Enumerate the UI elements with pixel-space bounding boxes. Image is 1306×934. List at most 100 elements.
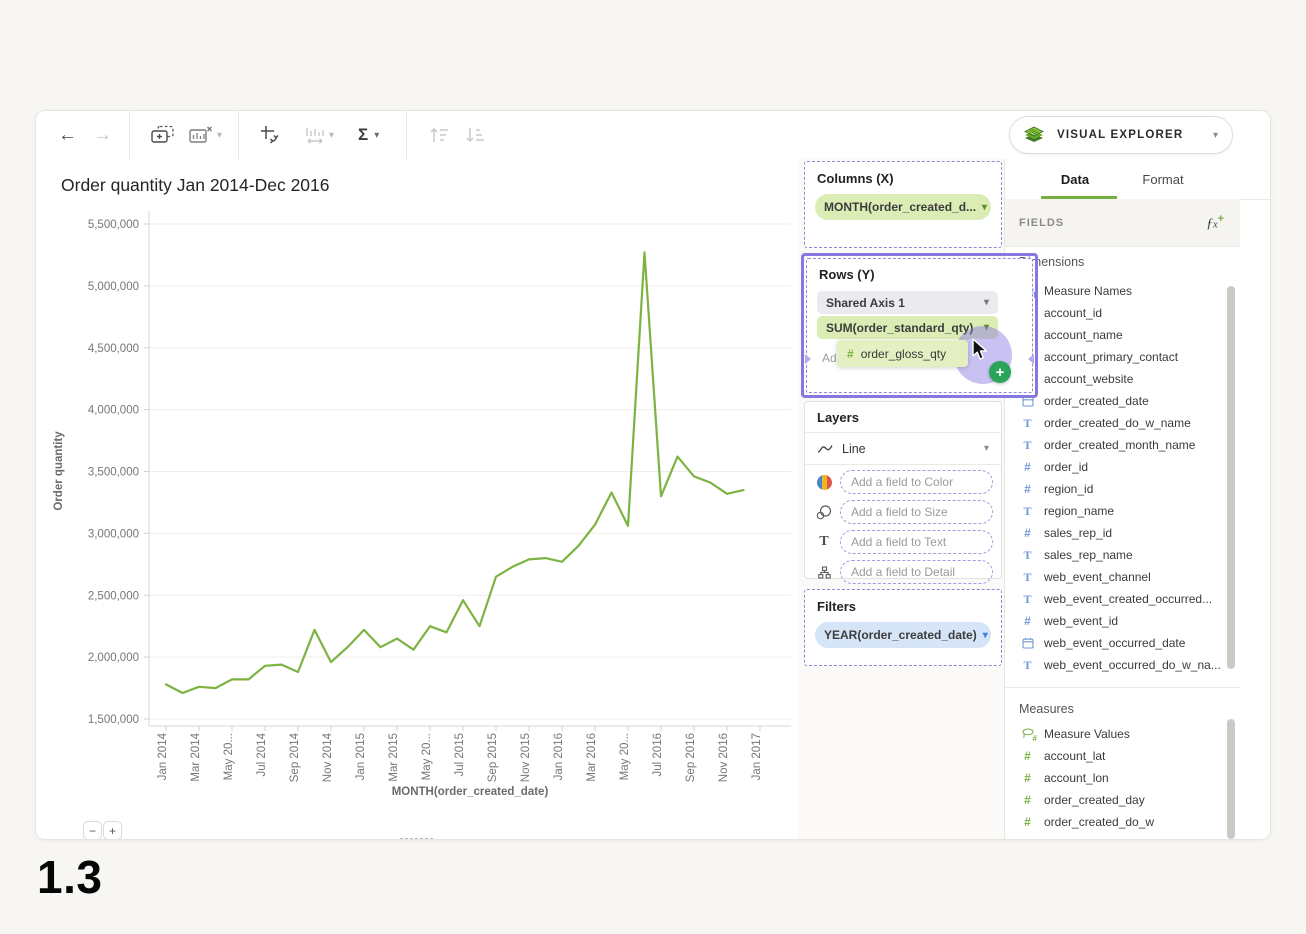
field-item[interactable]: # [1005, 833, 1240, 839]
visual-explorer-button[interactable]: VISUAL EXPLORER ▾ [1009, 116, 1233, 154]
size-icon [815, 505, 833, 520]
number-icon: # [1020, 749, 1035, 763]
shelf-resize-handle-right[interactable] [1028, 354, 1034, 364]
zoom-out-button[interactable]: − [83, 821, 102, 840]
field-item[interactable]: #web_event_id [1005, 610, 1240, 632]
svg-text:4,000,000: 4,000,000 [88, 405, 139, 417]
shelf-resize-handle-left[interactable] [805, 354, 811, 364]
field-item[interactable]: Tweb_event_channel [1005, 566, 1240, 588]
svg-text:Jul 2016: Jul 2016 [652, 733, 664, 776]
field-item[interactable]: Taccount_primary_contact [1005, 346, 1240, 368]
svg-text:MONTH(order_created_date): MONTH(order_created_date) [392, 786, 549, 798]
columns-shelf: Columns (X) MONTH(order_created_d... ▾ [804, 161, 1002, 248]
text-icon: T [1020, 548, 1035, 563]
chevron-down-icon: ▾ [984, 297, 989, 308]
sigma-icon[interactable]: Σ ▾ [358, 125, 379, 145]
drop-add-icon: + [989, 361, 1011, 383]
columns-shelf-label: Columns (X) [817, 171, 1001, 186]
line-chart-icon [817, 443, 833, 455]
sort-descending-icon[interactable] [464, 126, 486, 144]
date-icon [1020, 637, 1035, 649]
dragged-field-chip[interactable]: # order_gloss_qty [837, 340, 968, 367]
swap-axes-icon[interactable] [259, 124, 281, 146]
field-item[interactable]: #account_lon [1005, 767, 1240, 789]
tab-data[interactable]: Data [1035, 159, 1115, 199]
svg-text:Nov 2016: Nov 2016 [718, 733, 730, 782]
layer-type-dropdown[interactable]: Line ▾ [805, 433, 1001, 465]
chevron-down-icon: ▾ [982, 202, 987, 213]
size-slot[interactable]: Add a field to Size [840, 500, 993, 524]
section-divider [1005, 687, 1240, 688]
field-item[interactable]: Taccount_name [1005, 324, 1240, 346]
field-item[interactable]: #account_id [1005, 302, 1240, 324]
field-item[interactable]: #account_lat [1005, 745, 1240, 767]
field-item[interactable]: Tsales_rep_name [1005, 544, 1240, 566]
field-item[interactable]: #Measure Values [1005, 723, 1240, 745]
svg-text:Jul 2015: Jul 2015 [454, 733, 466, 776]
field-item[interactable]: #sales_rep_id [1005, 522, 1240, 544]
visual-explorer-window: ← → ▾ [35, 110, 1271, 840]
tab-format[interactable]: Format [1123, 159, 1203, 199]
forward-icon[interactable]: → [93, 126, 112, 145]
columns-field-pill[interactable]: MONTH(order_created_d... ▾ [815, 194, 991, 220]
field-item[interactable]: #order_created_day [1005, 789, 1240, 811]
visual-explorer-label: VISUAL EXPLORER [1057, 129, 1183, 141]
mouse-cursor-icon [970, 338, 992, 362]
toolbar: ← → ▾ [36, 111, 1270, 160]
dimensions-scrollbar[interactable] [1227, 286, 1235, 669]
svg-text:Sep 2015: Sep 2015 [487, 733, 499, 782]
text-icon: T [1020, 504, 1035, 519]
shared-axis-pill[interactable]: Shared Axis 1 ▾ [817, 291, 998, 314]
svg-text:Jan 2017: Jan 2017 [751, 733, 763, 780]
field-item[interactable]: web_event_occurred_date [1005, 632, 1240, 654]
chevron-down-icon: ▾ [1213, 130, 1218, 141]
back-icon[interactable]: ← [58, 126, 77, 145]
svg-text:2,500,000: 2,500,000 [88, 590, 139, 602]
rows-shelf-label: Rows (Y) [819, 267, 1032, 282]
filter-field-pill[interactable]: YEAR(order_created_date) ▾ [815, 622, 991, 648]
field-item[interactable]: Torder_created_do_w_name [1005, 412, 1240, 434]
number-icon: # [1020, 482, 1035, 496]
text-slot[interactable]: Add a field to Text [840, 530, 993, 554]
text-icon: T [1020, 592, 1035, 607]
field-item[interactable]: Tweb_event_occurred_do_w_na... [1005, 654, 1240, 676]
svg-text:Sep 2016: Sep 2016 [685, 733, 697, 782]
detail-icon [815, 566, 833, 579]
svg-text:1,500,000: 1,500,000 [88, 714, 139, 726]
svg-text:Mar 2016: Mar 2016 [586, 733, 598, 782]
field-item[interactable]: #order_id [1005, 456, 1240, 478]
toolbar-divider [406, 111, 407, 159]
toolbar-divider [238, 111, 239, 159]
text-icon: T [815, 534, 833, 550]
rows-shelf-highlight: Rows (Y) Shared Axis 1 ▾ SUM(order_stand… [801, 253, 1038, 398]
measures-label: Measures [1019, 702, 1074, 716]
chevron-down-icon: ▾ [217, 130, 222, 141]
add-formula-icon[interactable]: ƒx+ [1206, 213, 1224, 233]
panel-tabs: Data Format [1005, 159, 1271, 200]
svg-text:May 20...: May 20... [223, 733, 235, 780]
field-item[interactable]: TMeasure Names [1005, 280, 1240, 302]
text-icon: T [1020, 570, 1035, 585]
histogram-icon[interactable]: ▾ [304, 125, 334, 145]
detail-slot[interactable]: Add a field to Detail [840, 560, 993, 584]
canvas-drag-handle[interactable] [400, 838, 433, 840]
zoom-in-button[interactable]: + [103, 821, 122, 840]
color-slot[interactable]: Add a field to Color [840, 470, 993, 494]
field-item[interactable]: #order_created_do_w [1005, 811, 1240, 833]
chart-canvas: Order quantity Jan 2014-Dec 2016 5,500,0… [36, 159, 799, 840]
filters-shelf-label: Filters [817, 599, 1001, 614]
field-item[interactable]: Tweb_event_created_occurred... [1005, 588, 1240, 610]
field-item[interactable]: order_created_date [1005, 390, 1240, 412]
field-item[interactable]: #region_id [1005, 478, 1240, 500]
svg-text:Mar 2015: Mar 2015 [388, 733, 400, 782]
measures-scrollbar[interactable] [1227, 719, 1235, 839]
text-icon: T [1020, 658, 1035, 673]
chevron-down-icon: ▾ [984, 443, 989, 454]
sort-ascending-icon[interactable] [428, 126, 450, 144]
field-item[interactable]: Tregion_name [1005, 500, 1240, 522]
field-item[interactable]: Taccount_website [1005, 368, 1240, 390]
field-item[interactable]: Torder_created_month_name [1005, 434, 1240, 456]
duplicate-chart-icon[interactable] [150, 125, 176, 145]
number-icon: # [1020, 815, 1035, 829]
remove-chart-icon[interactable]: ▾ [188, 125, 222, 145]
